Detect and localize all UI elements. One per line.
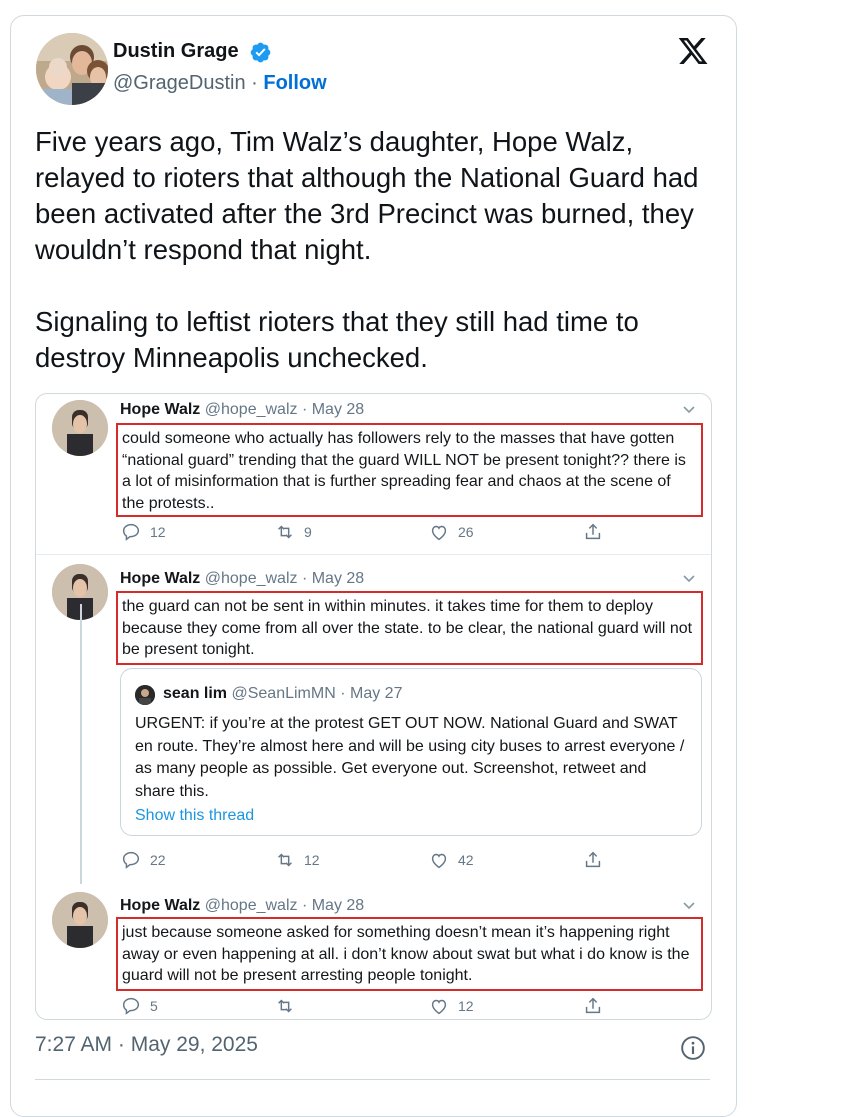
user-handle: @SeanLimMN bbox=[231, 685, 336, 702]
user-name: Hope Walz bbox=[120, 897, 201, 914]
retweet-icon bbox=[278, 525, 292, 539]
reply-count: 5 bbox=[150, 998, 158, 1014]
tweet-actions: 22 12 42 bbox=[120, 848, 640, 872]
reply-icon bbox=[122, 523, 140, 541]
heart-icon bbox=[431, 999, 447, 1015]
author-avatar[interactable] bbox=[36, 33, 108, 105]
author-name[interactable]: Dustin Grage bbox=[113, 40, 239, 63]
retweet-count: 9 bbox=[304, 524, 312, 540]
tweet-paragraph: Signaling to leftist rioters that they s… bbox=[35, 306, 639, 373]
user-name: Hope Walz bbox=[120, 570, 201, 587]
retweet-action: 9 bbox=[274, 520, 312, 544]
tweet-actions: 5 12 bbox=[120, 994, 640, 1018]
avatar bbox=[52, 400, 108, 456]
retweet-action bbox=[274, 994, 296, 1018]
retweet-icon bbox=[278, 999, 292, 1013]
x-logo-icon[interactable] bbox=[676, 35, 710, 67]
highlighted-text: just because someone asked for something… bbox=[116, 917, 703, 991]
retweet-action: 12 bbox=[274, 848, 320, 872]
quoted-header: sean lim @SeanLimMN · May 27 bbox=[163, 685, 402, 703]
user-handle: @hope_walz bbox=[204, 897, 298, 914]
share-action bbox=[582, 520, 604, 544]
follow-button[interactable]: Follow bbox=[263, 72, 326, 94]
tweet-text: Five years ago, Tim Walz’s daughter, Hop… bbox=[35, 124, 725, 376]
chevron-down-icon bbox=[683, 575, 695, 583]
share-icon bbox=[585, 997, 601, 1014]
like-count: 12 bbox=[458, 998, 474, 1014]
reply-count: 22 bbox=[150, 852, 166, 868]
thread-tweet: Hope Walz @hope_walz · May 28 could some… bbox=[36, 394, 711, 555]
highlighted-text: could someone who actually has followers… bbox=[116, 423, 703, 517]
reply-icon bbox=[122, 851, 140, 869]
tweet-date: · May 28 bbox=[301, 401, 365, 418]
chevron-down-icon bbox=[683, 902, 695, 910]
share-icon bbox=[585, 523, 601, 540]
show-thread-link[interactable]: Show this thread bbox=[135, 807, 254, 825]
tweet-date: · May 28 bbox=[301, 570, 365, 587]
retweet-count: 12 bbox=[304, 852, 320, 868]
quoted-text: URGENT: if you’re at the protest GET OUT… bbox=[135, 715, 685, 800]
tweet-timestamp[interactable]: 7:27 AM · May 29, 2025 bbox=[35, 1033, 258, 1057]
avatar bbox=[52, 892, 108, 948]
handle-separator: · bbox=[245, 72, 264, 94]
like-action: 42 bbox=[428, 848, 474, 872]
reply-action: 12 bbox=[120, 520, 166, 544]
tweet-header: Hope Walz @hope_walz · May 28 bbox=[120, 570, 364, 588]
share-action bbox=[582, 994, 604, 1018]
author-handle-line: @GrageDustin · Follow bbox=[113, 72, 327, 95]
tweet-date: · May 28 bbox=[301, 897, 365, 914]
like-action: 26 bbox=[428, 520, 474, 544]
reply-count: 12 bbox=[150, 524, 166, 540]
quoted-tweet[interactable]: sean lim @SeanLimMN · May 27 URGENT: if … bbox=[120, 668, 702, 836]
tweet-date: · May 27 bbox=[340, 685, 403, 702]
heart-icon bbox=[431, 853, 447, 869]
retweet-icon bbox=[278, 853, 292, 867]
thread-tweet: Hope Walz @hope_walz · May 28 just becau… bbox=[36, 884, 711, 1019]
like-count: 26 bbox=[458, 524, 474, 540]
reply-action: 22 bbox=[120, 848, 166, 872]
heart-icon bbox=[431, 525, 447, 541]
share-action bbox=[582, 848, 604, 872]
like-count: 42 bbox=[458, 852, 474, 868]
embedded-screenshot[interactable]: Hope Walz @hope_walz · May 28 could some… bbox=[35, 393, 712, 1020]
tweet-actions: 12 9 26 bbox=[120, 520, 640, 544]
tweet-header: Hope Walz @hope_walz · May 28 bbox=[120, 897, 364, 915]
verified-badge-icon bbox=[250, 42, 271, 63]
user-handle: @hope_walz bbox=[204, 401, 298, 418]
tweet-paragraph: Five years ago, Tim Walz’s daughter, Hop… bbox=[35, 126, 699, 265]
reply-action: 5 bbox=[120, 994, 158, 1018]
highlighted-text: the guard can not be sent in within minu… bbox=[116, 591, 703, 665]
divider bbox=[35, 1079, 710, 1080]
chevron-down-icon bbox=[683, 406, 695, 414]
user-handle: @hope_walz bbox=[204, 570, 298, 587]
share-icon bbox=[585, 851, 601, 868]
author-handle[interactable]: @GrageDustin bbox=[113, 72, 246, 94]
user-name: Hope Walz bbox=[120, 401, 201, 418]
reply-icon bbox=[122, 997, 140, 1015]
like-action: 12 bbox=[428, 994, 474, 1018]
thread-connector bbox=[80, 604, 82, 884]
tweet-header: Hope Walz @hope_walz · May 28 bbox=[120, 401, 364, 419]
user-name: sean lim bbox=[163, 685, 228, 702]
info-icon[interactable] bbox=[680, 1035, 706, 1061]
avatar bbox=[135, 685, 155, 705]
